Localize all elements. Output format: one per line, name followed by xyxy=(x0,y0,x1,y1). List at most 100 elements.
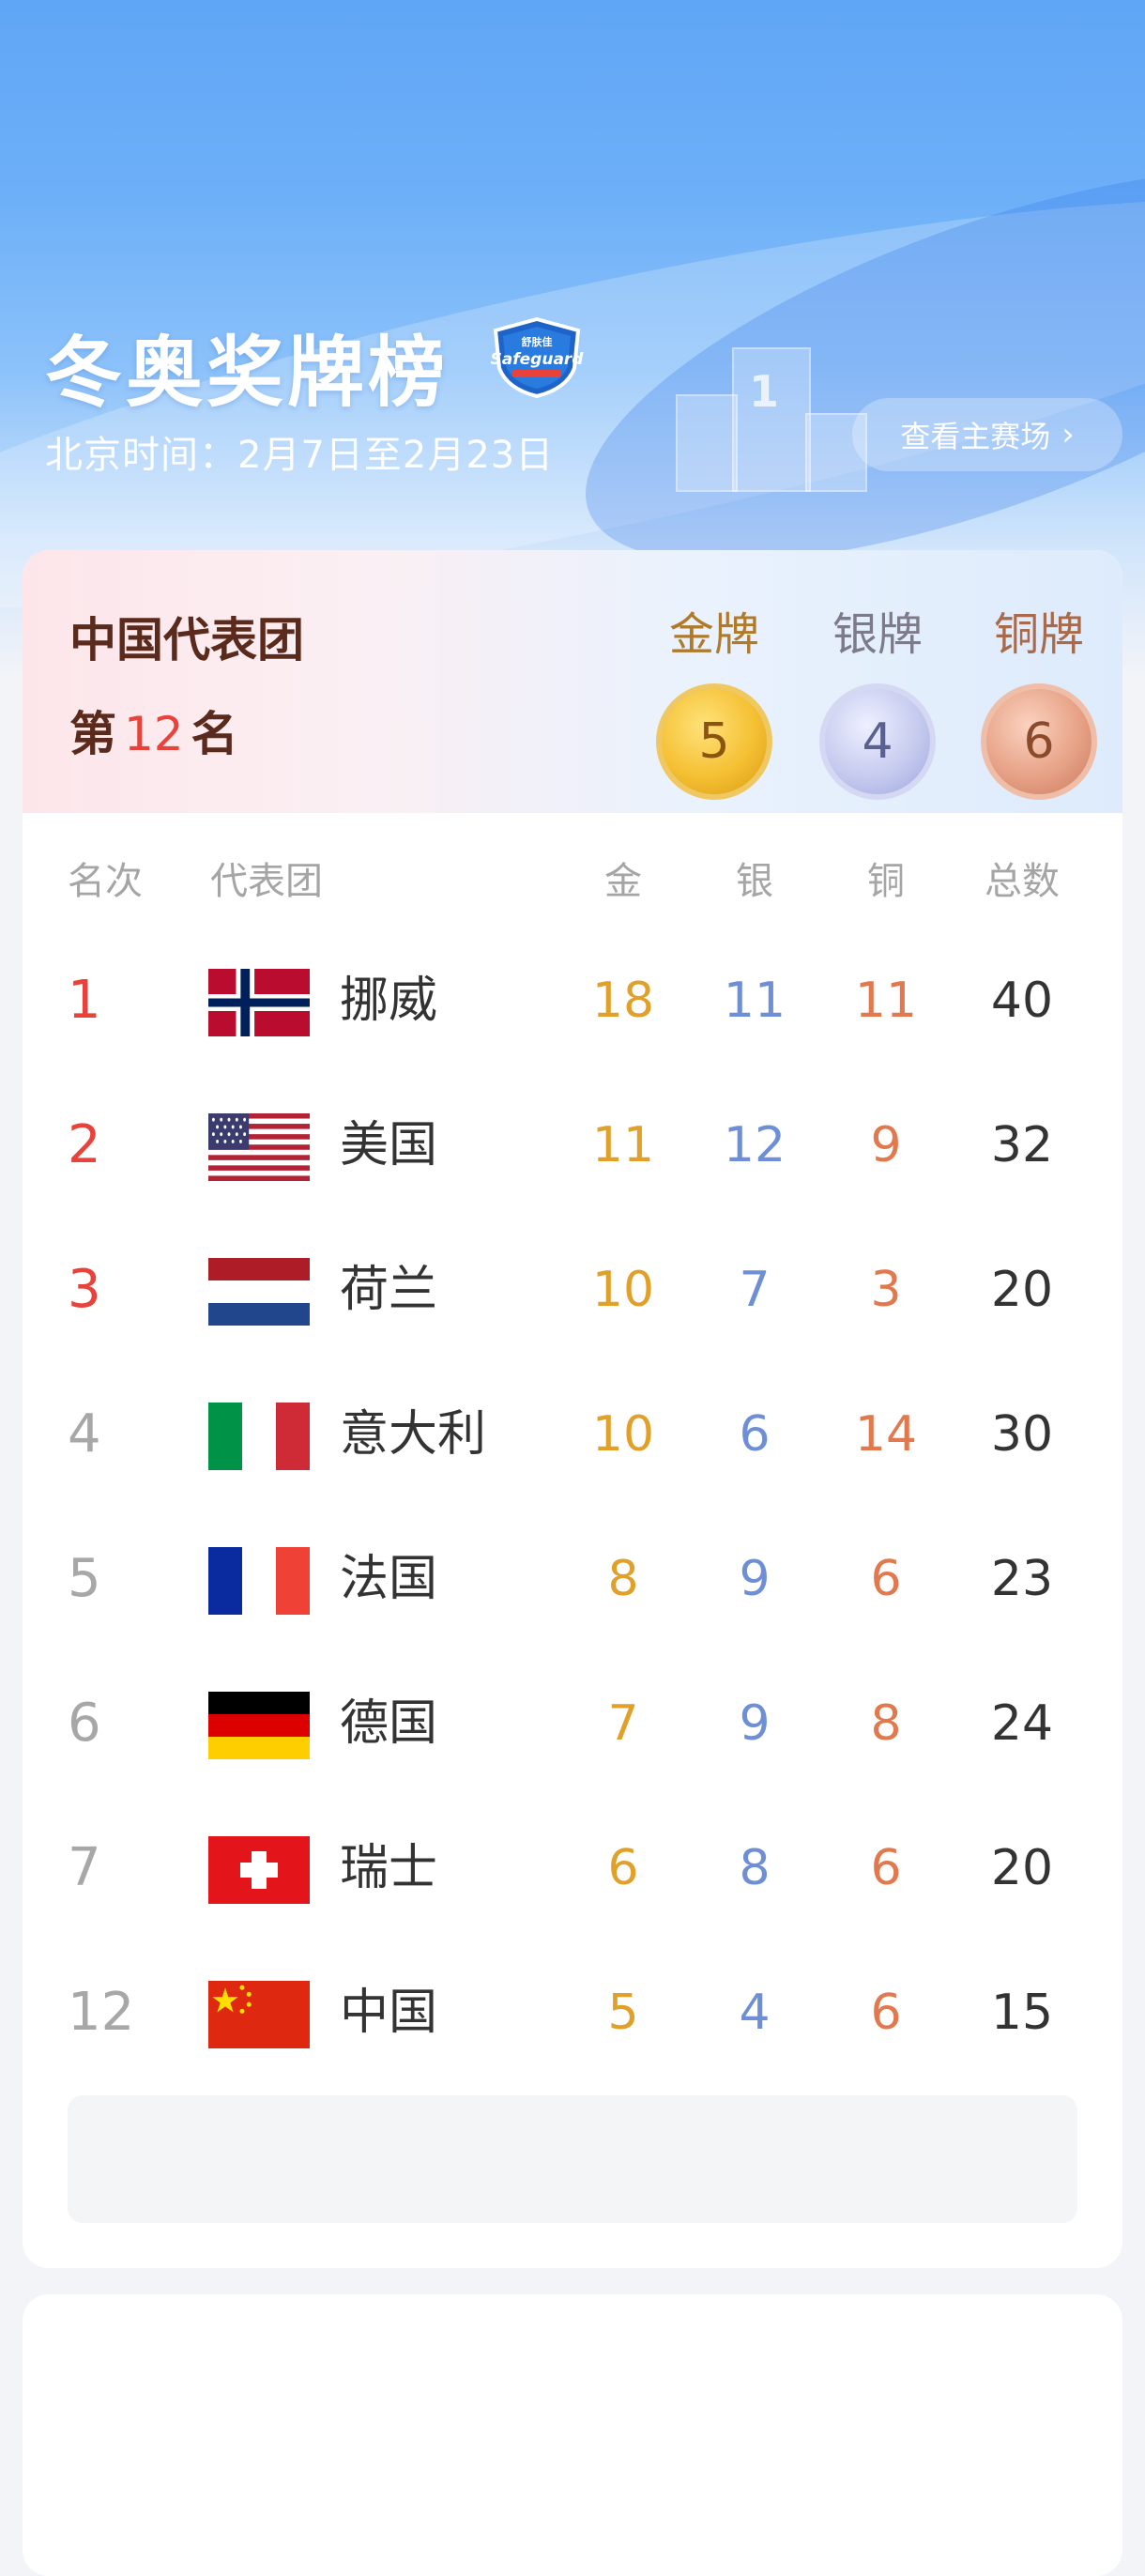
row-total: 32 xyxy=(990,1117,1054,1173)
header-gold: 金 xyxy=(604,860,642,903)
row-silver: 9 xyxy=(739,1695,771,1752)
row-bronze: 3 xyxy=(870,1262,902,1318)
row-rank: 7 xyxy=(68,1837,101,1898)
row-total: 30 xyxy=(990,1406,1054,1463)
bronze-medal-label: 铜牌 xyxy=(993,608,1084,661)
row-silver: 6 xyxy=(739,1406,771,1463)
usa-flag-icon xyxy=(208,1113,310,1181)
table-row[interactable]: 12 中国 5 4 6 15 xyxy=(23,1956,1122,2101)
row-bronze: 6 xyxy=(870,1840,902,1896)
gold-medal-summary: 金牌 5 xyxy=(653,597,775,800)
team-name: 中国代表团 xyxy=(69,613,304,667)
row-rank: 3 xyxy=(68,1259,101,1320)
table-header: 名次 代表团 金 银 铜 总数 xyxy=(23,851,1122,907)
switzerland-flag-icon xyxy=(208,1836,310,1904)
date-range: 北京时间：2月7日至2月23日 xyxy=(45,434,555,477)
table-row[interactable]: 5 法国 8 9 6 23 xyxy=(23,1523,1122,1667)
loading-placeholder xyxy=(68,2095,1077,2223)
china-flag-icon xyxy=(208,1981,310,2048)
chevron-right-icon: › xyxy=(1061,416,1075,453)
row-country: 瑞士 xyxy=(340,1840,438,1896)
row-bronze: 6 xyxy=(870,1985,902,2041)
row-gold: 5 xyxy=(607,1985,639,2041)
row-rank: 4 xyxy=(68,1403,101,1464)
row-total: 20 xyxy=(990,1840,1054,1896)
page-title: 冬奥奖牌榜 xyxy=(45,329,450,418)
row-bronze: 11 xyxy=(854,973,918,1029)
row-silver: 4 xyxy=(739,1985,771,2041)
row-total: 40 xyxy=(990,973,1054,1029)
row-gold: 10 xyxy=(591,1262,655,1318)
table-row[interactable]: 4 意大利 10 6 14 30 xyxy=(23,1378,1122,1523)
medal-table-card: 中国代表团 第12名 金牌 5 银牌 4 铜牌 6 名次 代表团 金 银 铜 xyxy=(23,550,1122,2268)
row-total: 15 xyxy=(990,1985,1054,2041)
netherlands-flag-icon xyxy=(208,1258,310,1326)
row-bronze: 14 xyxy=(854,1406,918,1463)
header-bronze: 铜 xyxy=(867,860,905,903)
row-country: 美国 xyxy=(340,1117,438,1173)
header-rank: 名次 xyxy=(68,860,143,903)
row-silver: 8 xyxy=(739,1840,771,1896)
silver-medal-count: 4 xyxy=(862,713,893,770)
podium-icon: 1 xyxy=(676,347,867,492)
team-rank: 第 12 名 xyxy=(69,697,238,764)
row-country: 荷兰 xyxy=(340,1262,438,1318)
italy-flag-icon xyxy=(208,1403,310,1470)
row-gold: 8 xyxy=(607,1551,639,1607)
silver-medal-icon: 4 xyxy=(819,683,936,800)
row-silver: 11 xyxy=(723,973,786,1029)
table-row[interactable]: 3 荷兰 10 7 3 20 xyxy=(23,1234,1122,1378)
germany-flag-icon xyxy=(208,1692,310,1759)
silver-medal-summary: 银牌 4 xyxy=(817,597,939,800)
row-rank: 5 xyxy=(68,1548,101,1609)
row-bronze: 6 xyxy=(870,1551,902,1607)
header-silver: 银 xyxy=(736,860,773,903)
row-gold: 10 xyxy=(591,1406,655,1463)
row-silver: 12 xyxy=(723,1117,786,1173)
row-total: 20 xyxy=(990,1262,1054,1318)
table-row[interactable]: 2 美国 11 12 9 32 xyxy=(23,1089,1122,1234)
secondary-card xyxy=(23,2294,1122,2576)
gold-medal-count: 5 xyxy=(698,713,730,770)
table-row[interactable]: 1 挪威 18 11 11 40 xyxy=(23,944,1122,1089)
header-team: 代表团 xyxy=(210,860,323,903)
row-total: 24 xyxy=(990,1695,1054,1752)
row-rank: 12 xyxy=(68,1982,135,2043)
rank-suffix: 名 xyxy=(191,707,238,761)
table-row[interactable]: 7 瑞士 6 8 6 20 xyxy=(23,1812,1122,1956)
gold-medal-icon: 5 xyxy=(656,683,772,800)
row-rank: 2 xyxy=(68,1114,101,1175)
team-summary: 中国代表团 第 12 名 金牌 5 银牌 4 铜牌 6 xyxy=(23,550,1122,813)
row-silver: 9 xyxy=(739,1551,771,1607)
row-country: 意大利 xyxy=(340,1406,487,1463)
row-gold: 6 xyxy=(607,1840,639,1896)
row-bronze: 8 xyxy=(870,1695,902,1752)
row-silver: 7 xyxy=(739,1262,771,1318)
row-rank: 6 xyxy=(68,1693,101,1754)
bronze-medal-icon: 6 xyxy=(981,683,1097,800)
france-flag-icon xyxy=(208,1547,310,1615)
row-total: 23 xyxy=(990,1551,1054,1607)
venue-button-label: 查看主赛场 xyxy=(900,419,1051,454)
row-bronze: 9 xyxy=(870,1117,902,1173)
row-rank: 1 xyxy=(68,970,101,1031)
row-gold: 18 xyxy=(591,973,655,1029)
rank-number: 12 xyxy=(124,707,184,761)
row-gold: 11 xyxy=(591,1117,655,1173)
bronze-medal-summary: 铜牌 6 xyxy=(978,597,1100,800)
row-gold: 7 xyxy=(607,1695,639,1752)
table-row[interactable]: 6 德国 7 9 8 24 xyxy=(23,1667,1122,1812)
row-country: 挪威 xyxy=(340,973,438,1029)
norway-flag-icon xyxy=(208,969,310,1036)
medal-table-rows: 1 挪威 18 11 11 40 2 美国 11 12 9 32 3 荷兰 10… xyxy=(23,944,1122,2101)
svg-text:Safeguard: Safeguard xyxy=(491,350,585,369)
row-country: 德国 xyxy=(340,1695,438,1752)
gold-medal-label: 金牌 xyxy=(668,608,759,661)
silver-medal-label: 银牌 xyxy=(832,608,923,661)
row-country: 法国 xyxy=(340,1551,438,1607)
rank-prefix: 第 xyxy=(69,707,116,761)
view-main-venue-button[interactable]: 查看主赛场 › xyxy=(852,398,1122,471)
sponsor-logo: 舒肤佳 Safeguard xyxy=(491,316,585,398)
row-country: 中国 xyxy=(340,1985,438,2041)
svg-text:舒肤佳: 舒肤佳 xyxy=(522,335,553,348)
